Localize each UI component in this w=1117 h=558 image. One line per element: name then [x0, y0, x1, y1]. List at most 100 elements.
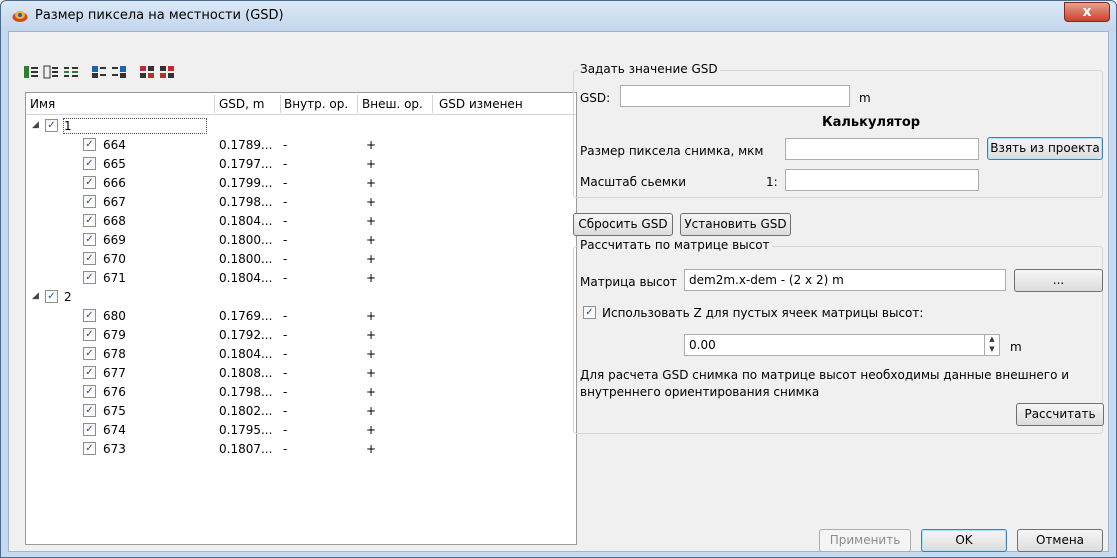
set-gsd-button[interactable]: Установить GSD [680, 213, 791, 236]
close-button[interactable]: x [1064, 2, 1110, 22]
dialog-window: Размер пиксела на местности (GSD) x Имя … [0, 0, 1117, 558]
image-name: 665 [103, 157, 126, 171]
z-spinner[interactable]: ▲ ▼ [984, 334, 999, 356]
cancel-button[interactable]: Отмена [1017, 529, 1103, 552]
image-checkbox[interactable]: ✓ [83, 138, 96, 151]
image-row[interactable]: ✓ 679 0.1792... - + [26, 326, 576, 345]
image-row[interactable]: ✓ 664 0.1789... - + [26, 136, 576, 155]
image-checkbox[interactable]: ✓ [83, 423, 96, 436]
image-row[interactable]: ✓ 665 0.1797... - + [26, 155, 576, 174]
image-name: 671 [103, 271, 126, 285]
reset-gsd-button[interactable]: Сбросить GSD [573, 213, 673, 236]
apply-button[interactable]: Применить [819, 529, 911, 552]
image-row[interactable]: ✓ 676 0.1798... - + [26, 383, 576, 402]
window-title: Размер пиксела на местности (GSD) [35, 8, 284, 23]
image-checkbox[interactable]: ✓ [83, 347, 96, 360]
spin-down-icon[interactable]: ▼ [985, 344, 999, 354]
matrix-input[interactable]: dem2m.x-dem - (2 x 2) m [684, 269, 1006, 291]
gsd-input[interactable] [620, 85, 850, 107]
image-inner-orientation: - [283, 271, 288, 285]
image-inner-orientation: - [283, 157, 288, 171]
dem-group-title: Рассчитать по матрице высот [578, 238, 772, 252]
expand-arrow-icon[interactable]: ◢ [32, 120, 39, 130]
image-name: 674 [103, 423, 126, 437]
image-gsd: 0.1802... [219, 404, 273, 418]
title-bar[interactable]: Размер пиксела на местности (GSD) x [1, 1, 1116, 31]
tree-group-row[interactable]: ◢ ✓ 1 [26, 117, 576, 136]
image-gsd: 0.1792... [219, 328, 273, 342]
image-checkbox[interactable]: ✓ [83, 366, 96, 379]
take-from-project-button[interactable]: Взять из проекта [987, 137, 1103, 160]
image-checkbox[interactable]: ✓ [83, 176, 96, 189]
image-gsd: 0.1804... [219, 347, 273, 361]
dem-note-line2: внутреннего ориентирования снимка [580, 385, 820, 399]
dem-group: Рассчитать по матрице высот Матрица высо… [573, 238, 1104, 434]
ok-button[interactable]: OK [921, 529, 1007, 552]
scale-input[interactable] [785, 169, 979, 191]
image-row[interactable]: ✓ 680 0.1769... - + [26, 307, 576, 326]
image-checkbox[interactable]: ✓ [83, 252, 96, 265]
check-all-icon[interactable] [91, 64, 107, 80]
column-gsd-changed[interactable]: GSD изменен [439, 97, 523, 111]
image-checkbox[interactable]: ✓ [83, 157, 96, 170]
column-outer-orientation[interactable]: Внеш. ор. [362, 97, 423, 111]
expand-all-icon[interactable] [23, 64, 39, 80]
close-icon: x [1082, 4, 1092, 20]
image-row[interactable]: ✓ 667 0.1798... - + [26, 193, 576, 212]
image-row[interactable]: ✓ 671 0.1804... - + [26, 269, 576, 288]
image-gsd: 0.1804... [219, 214, 273, 228]
calculate-button[interactable]: Рассчитать [1016, 403, 1104, 426]
group-checkbox[interactable]: ✓ [45, 119, 58, 132]
image-row[interactable]: ✓ 666 0.1799... - + [26, 174, 576, 193]
image-checkbox[interactable]: ✓ [83, 214, 96, 227]
image-checkbox[interactable]: ✓ [83, 271, 96, 284]
image-outer-orientation: + [366, 423, 377, 437]
image-row[interactable]: ✓ 670 0.1800... - + [26, 250, 576, 269]
dem-note-line1: Для расчета GSD снимка по матрице высот … [580, 368, 1070, 382]
z-value-input[interactable]: 0.00 [684, 334, 1000, 356]
use-z-checkbox[interactable]: ✓ [583, 306, 596, 319]
image-gsd: 0.1799... [219, 176, 273, 190]
matrix-label: Матрица высот [580, 275, 677, 289]
image-checkbox[interactable]: ✓ [83, 309, 96, 322]
image-outer-orientation: + [366, 195, 377, 209]
image-row[interactable]: ✓ 675 0.1802... - + [26, 402, 576, 421]
image-checkbox[interactable]: ✓ [83, 195, 96, 208]
image-row[interactable]: ✓ 673 0.1807... - + [26, 440, 576, 459]
image-row[interactable]: ✓ 678 0.1804... - + [26, 345, 576, 364]
image-name: 670 [103, 252, 126, 266]
image-name: 676 [103, 385, 126, 399]
tree-group-row[interactable]: ◢ ✓ 2 [26, 288, 576, 307]
column-gsd[interactable]: GSD, m [219, 97, 264, 111]
image-checkbox[interactable]: ✓ [83, 442, 96, 455]
deselect-red-icon[interactable] [159, 64, 175, 80]
image-checkbox[interactable]: ✓ [83, 404, 96, 417]
browse-matrix-button[interactable]: ... [1014, 269, 1103, 292]
group-checkbox[interactable]: ✓ [45, 290, 58, 303]
image-row[interactable]: ✓ 668 0.1804... - + [26, 212, 576, 231]
spin-up-icon[interactable]: ▲ [985, 334, 999, 344]
image-gsd: 0.1798... [219, 195, 273, 209]
collapse-icon[interactable] [43, 64, 59, 80]
image-gsd: 0.1808... [219, 366, 273, 380]
expand-arrow-icon[interactable]: ◢ [32, 291, 39, 301]
uncheck-icon[interactable] [111, 64, 127, 80]
image-row[interactable]: ✓ 674 0.1795... - + [26, 421, 576, 440]
select-red-icon[interactable] [139, 64, 155, 80]
z-unit: m [1010, 340, 1022, 354]
column-inner-orientation[interactable]: Внутр. ор. [284, 97, 348, 111]
image-name: 667 [103, 195, 126, 209]
image-outer-orientation: + [366, 157, 377, 171]
image-row[interactable]: ✓ 669 0.1800... - + [26, 231, 576, 250]
image-checkbox[interactable]: ✓ [83, 233, 96, 246]
pixel-size-input[interactable] [785, 138, 979, 160]
image-inner-orientation: - [283, 252, 288, 266]
column-name[interactable]: Имя [30, 97, 55, 111]
image-checkbox[interactable]: ✓ [83, 385, 96, 398]
calculator-title: Калькулятор [822, 115, 921, 130]
images-tree[interactable]: Имя GSD, m Внутр. ор. Внеш. ор. GSD изме… [25, 92, 577, 545]
image-outer-orientation: + [366, 442, 377, 456]
image-checkbox[interactable]: ✓ [83, 328, 96, 341]
columns-icon[interactable] [63, 64, 79, 80]
image-row[interactable]: ✓ 677 0.1808... - + [26, 364, 576, 383]
